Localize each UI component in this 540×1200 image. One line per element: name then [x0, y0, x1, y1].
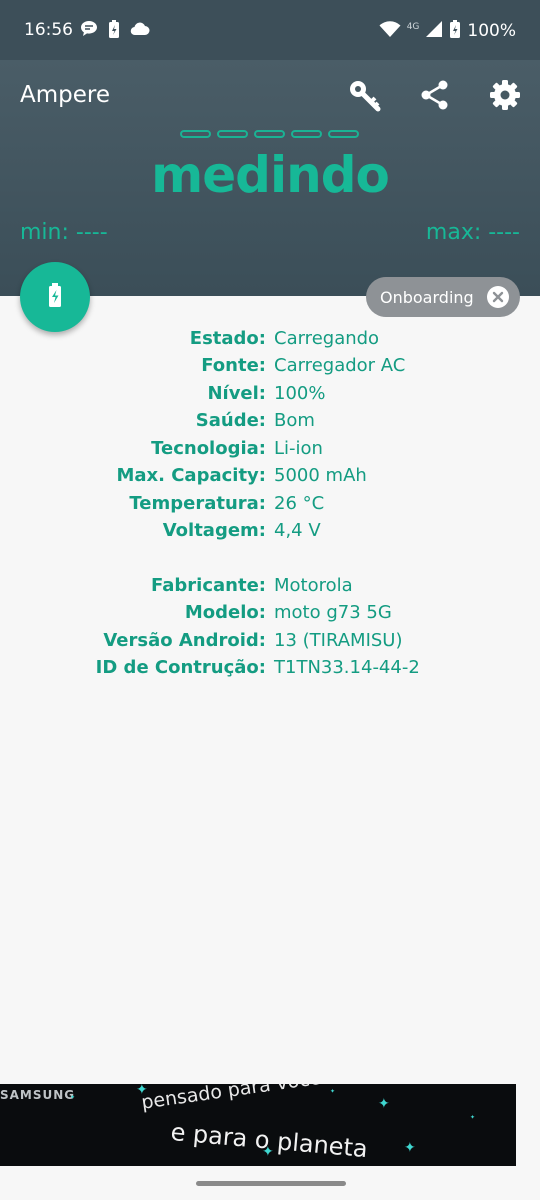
info-value: 100% [274, 383, 326, 404]
wifi-icon [379, 20, 401, 42]
sparkle-icon: ✦ [404, 1140, 416, 1156]
info-row-android: Versão Android: 13 (TIRAMISU) [0, 630, 540, 656]
battery-percent: 100% [467, 21, 516, 41]
network-type: 4G [406, 22, 420, 32]
info-row-tecnologia: Tecnologia: Li-ion [0, 438, 540, 464]
info-value: Carregador AC [274, 355, 406, 376]
app-title: Ampere [20, 82, 110, 108]
info-row-nivel: Nível: 100% [0, 383, 540, 409]
info-row-build-id: ID de Contrução: T1TN33.14-44-2 [0, 657, 540, 683]
info-label: Tecnologia: [151, 438, 266, 459]
measuring-status: medindo [151, 146, 390, 204]
info-label: Nível: [207, 383, 266, 404]
info-value: 26 °C [274, 493, 325, 514]
info-label: Fonte: [201, 355, 266, 376]
key-icon[interactable] [347, 78, 381, 112]
gear-icon[interactable] [488, 78, 522, 112]
sparkle-icon: ✦ [70, 1094, 76, 1101]
onboarding-chip[interactable]: Onboarding [366, 277, 520, 317]
cloud-icon [130, 19, 150, 43]
ad-brand: SAMSUNG [0, 1088, 76, 1102]
battery-charging-icon [47, 282, 63, 312]
chat-bubble-icon [80, 19, 98, 43]
info-value: Li-ion [274, 438, 323, 459]
info-value: moto g73 5G [274, 602, 392, 623]
max-reading: max: ---- [425, 220, 520, 245]
info-value: 5000 mAh [274, 465, 367, 486]
info-value: Motorola [274, 575, 353, 596]
info-label: Modelo: [184, 602, 266, 623]
info-value: Bom [274, 410, 315, 431]
info-value: T1TN33.14-44-2 [274, 657, 420, 678]
sparkle-icon: ✦ [262, 1144, 274, 1160]
signal-icon [425, 20, 443, 42]
gesture-nav-bar[interactable] [196, 1181, 346, 1186]
info-row-voltagem: Voltagem: 4,4 V [0, 520, 540, 546]
share-icon[interactable] [418, 78, 452, 112]
info-row-fabricante: Fabricante: Motorola [0, 575, 540, 601]
status-time: 16:56 [24, 20, 73, 40]
info-label: Fabricante: [151, 575, 266, 596]
battery-charging-icon [108, 19, 120, 43]
ad-banner[interactable]: SAMSUNG pensado para você e para o plane… [0, 1084, 516, 1166]
sparkle-icon: ✦ [470, 1114, 476, 1121]
battery-charging-icon [449, 19, 461, 43]
app-header: Ampere medindo min: ---- max: ---- [0, 60, 540, 296]
info-value: 4,4 V [274, 520, 321, 541]
info-label: Estado: [189, 328, 266, 349]
reading-dashes [180, 130, 359, 138]
info-label: Saúde: [195, 410, 266, 431]
sparkle-icon: ✦ [136, 1084, 148, 1098]
ad-headline-1: pensado para você [140, 1084, 323, 1114]
battery-fab-button[interactable] [20, 262, 90, 332]
info-value: Carregando [274, 328, 380, 349]
info-row-fonte: Fonte: Carregador AC [0, 355, 540, 381]
info-label: Max. Capacity: [116, 465, 266, 486]
min-reading: min: ---- [20, 220, 108, 245]
info-label: Versão Android: [103, 630, 266, 651]
close-circle-icon[interactable] [487, 286, 509, 308]
info-label: Temperatura: [129, 493, 266, 514]
info-row-modelo: Modelo: moto g73 5G [0, 602, 540, 628]
info-row-temperatura: Temperatura: 26 °C [0, 493, 540, 519]
info-value: 13 (TIRAMISU) [274, 630, 403, 651]
info-row-estado: Estado: Carregando [0, 328, 540, 354]
info-row-capacity: Max. Capacity: 5000 mAh [0, 465, 540, 491]
sparkle-icon: ✦ [378, 1096, 390, 1112]
onboarding-label: Onboarding [380, 287, 474, 307]
info-label: Voltagem: [162, 520, 266, 541]
info-row-saude: Saúde: Bom [0, 410, 540, 436]
status-bar: 16:56 4G 100% [0, 0, 540, 60]
info-label: ID de Contrução: [95, 657, 266, 678]
sparkle-icon: ✦ [330, 1088, 336, 1095]
